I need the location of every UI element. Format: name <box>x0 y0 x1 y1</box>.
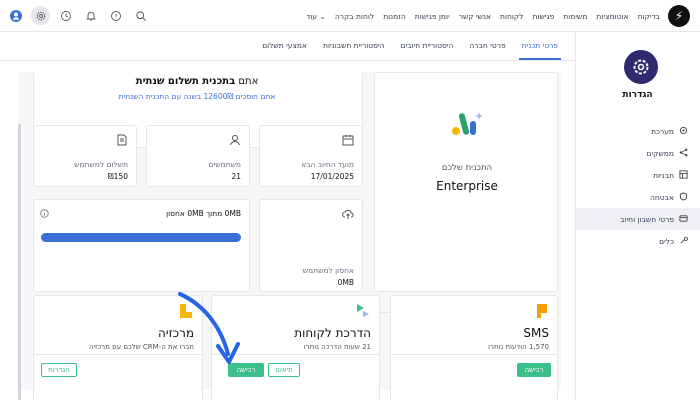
svg-text:?: ? <box>114 13 117 20</box>
training-icon <box>357 304 369 318</box>
sidebar-item-templates[interactable]: תבניות <box>576 164 700 186</box>
tab-company-details[interactable]: פרטי חברה <box>466 32 508 60</box>
help-icon[interactable]: ? <box>106 6 125 25</box>
user-icon <box>229 134 241 146</box>
settings-button[interactable]: הגדרות <box>41 363 77 377</box>
nav-item-automations[interactable]: אוטומציות <box>596 12 628 21</box>
app-logo-icon[interactable]: ⚡ <box>668 5 690 27</box>
tab-invoice-history[interactable]: היסטוריית חשבוניות <box>320 32 388 60</box>
stat-value: 21 <box>231 172 241 181</box>
tab-bar: פרטי תכנית פרטי חברה היסטוריית חיובים הי… <box>259 32 561 60</box>
sidebar-item-account-billing[interactable]: פרטי חשבון וחיוב <box>576 208 700 230</box>
nav-item-orders[interactable]: הזמנות <box>383 12 406 21</box>
storage-progress-fill <box>41 233 241 242</box>
settings-sidebar: הגדרות מערכת ממשקים תבניות אבטחה פרטי חש… <box>575 32 700 400</box>
tab-billing-history[interactable]: היסטוריית חיובים <box>398 32 457 60</box>
sidebar-item-system[interactable]: מערכת <box>576 120 700 142</box>
settings-gear-icon[interactable] <box>31 6 50 25</box>
billing-title: אתם בתכנית תשלום שנתית <box>32 76 362 87</box>
stat-value: ₪150 <box>107 172 128 181</box>
addon-card-divider <box>391 354 557 355</box>
storage-total-card: 0MB מתוך 0MB אחסון <box>33 199 250 292</box>
storage-total-text: 0MB מתוך 0MB אחסון <box>166 209 241 218</box>
user-avatar-icon[interactable] <box>6 6 25 25</box>
tab-plan-details[interactable]: פרטי תכנית <box>518 32 561 60</box>
top-icons: ? <box>6 6 150 25</box>
stat-value: 17/01/2025 <box>310 172 354 181</box>
sidebar-item-label: מערכת <box>651 126 674 136</box>
nav-item-tasks[interactable]: משימות <box>563 12 587 21</box>
storage-user-card: אחסון למשתמש 0MB <box>259 199 363 292</box>
plan-logo-icon <box>451 109 485 137</box>
annotation-arrow-icon <box>178 292 240 364</box>
chevron-down-icon: ⌄ <box>319 11 326 21</box>
template-icon <box>679 169 688 181</box>
search-icon[interactable] <box>131 6 150 25</box>
sidebar-item-integrations[interactable]: ממשקים <box>576 142 700 164</box>
stat-label: מועד החיוב הבא <box>301 160 354 169</box>
plan-card: התכנית שלכם Enterprise <box>374 72 558 292</box>
shield-icon <box>679 191 688 203</box>
sidebar-item-label: ממשקים <box>646 148 674 158</box>
buy-button[interactable]: רכישה <box>517 363 551 377</box>
main-panel: פרטי תכנית פרטי חברה היסטוריית חיובים הי… <box>0 32 575 400</box>
addon-subtitle: 21 שעות הדרכה נותרו <box>303 343 371 351</box>
storage-user-value: 0MB <box>337 278 354 287</box>
sidebar-item-label: פרטי חשבון וחיוב <box>620 214 674 224</box>
tab-divider <box>0 60 575 61</box>
addon-subtitle: 1,570 הודעות נותרו <box>488 343 549 351</box>
settings-gear-icon-large <box>624 50 658 84</box>
main-nav: בדיקות אוטומציות משימות פגישות לקוחות אנ… <box>306 0 660 32</box>
storage-progress-track <box>41 233 241 242</box>
sidebar-item-tools[interactable]: כלים <box>576 230 700 252</box>
tab-payment-methods[interactable]: אמצעי תשלום <box>259 32 310 60</box>
stat-card-next-billing: מועד החיוב הבא 17/01/2025 <box>259 125 363 187</box>
sidebar-list: מערכת ממשקים תבניות אבטחה פרטי חשבון וחי… <box>576 120 700 252</box>
bell-icon[interactable] <box>81 6 100 25</box>
stat-card-users: משתמשים 21 <box>146 125 250 187</box>
tools-icon <box>679 236 688 247</box>
sms-icon <box>535 304 547 318</box>
cloud-upload-icon <box>342 208 354 220</box>
storage-user-label: אחסון למשתמש <box>302 266 354 275</box>
nav-item-customers[interactable]: לקוחות <box>500 12 524 21</box>
sidebar-title: הגדרות <box>622 90 653 100</box>
invoice-icon <box>116 134 128 146</box>
calendar-icon <box>342 134 354 146</box>
nav-item-calendar[interactable]: יומן פגישות <box>415 12 450 21</box>
settings-icon <box>679 126 688 137</box>
nav-more-label: עוד <box>306 11 318 21</box>
addon-card-sms: SMS 1,570 הודעות נותרו רכישה <box>390 295 558 400</box>
stat-label: תשלום למשתמש <box>74 160 128 169</box>
plan-label: התכנית שלכם <box>441 163 493 173</box>
billing-title-bold: בתכנית תשלום שנתית <box>135 76 236 87</box>
nav-more[interactable]: עוד ⌄ <box>306 12 326 21</box>
history-icon[interactable] <box>56 6 75 25</box>
nav-item-meetings[interactable]: פגישות <box>533 12 555 21</box>
top-bar: ⚡ בדיקות אוטומציות משימות פגישות לקוחות … <box>0 0 700 32</box>
sidebar-item-security[interactable]: אבטחה <box>576 186 700 208</box>
card-icon <box>679 214 688 225</box>
sidebar-item-label: תבניות <box>653 170 674 180</box>
info-icon <box>40 209 49 218</box>
stat-label: משתמשים <box>208 160 241 169</box>
nav-item-dashboards[interactable]: לוחות בקרה <box>335 12 374 21</box>
stat-card-price-per-user: תשלום למשתמש ₪150 <box>33 125 137 187</box>
sidebar-item-label: אבטחה <box>649 192 674 202</box>
scrollbar[interactable] <box>18 124 21 400</box>
plan-name: Enterprise <box>436 179 498 193</box>
share-icon <box>679 148 688 159</box>
schedule-button[interactable]: תיאום <box>268 363 300 377</box>
addon-name: SMS <box>523 326 549 340</box>
sidebar-item-label: כלים <box>659 236 674 246</box>
billing-title-prefix: אתם <box>235 76 259 87</box>
nav-item-contacts[interactable]: אנשי קשר <box>459 12 491 21</box>
nav-item-tests[interactable]: בדיקות <box>638 12 660 21</box>
addon-name: הדרכת לקוחות <box>294 326 371 340</box>
billing-savings: אתם חוסכים 12600₪ בשנה עם התכנית השנתית <box>118 92 276 101</box>
